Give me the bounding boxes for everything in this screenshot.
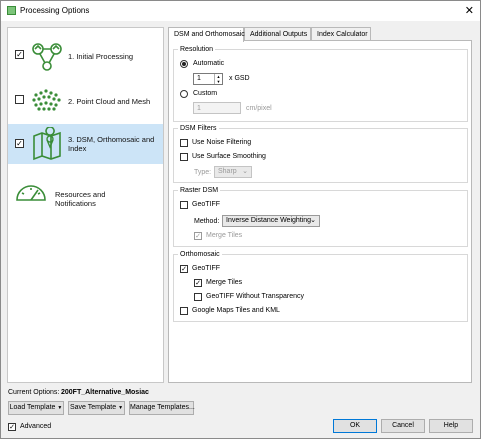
custom-resolution-input[interactable]: 1 [193,102,241,114]
surface-smoothing-checkbox[interactable] [180,153,188,161]
no-transparency-label: GeoTIFF Without Transparency [206,293,305,300]
sidebar-item-label: 1. Initial Processing [68,52,134,61]
caret-down-icon: ▼ [118,405,124,411]
method-value: Inverse Distance Weighting [226,217,312,224]
point-cloud-icon [32,89,61,111]
ortho-geotiff-label: GeoTIFF [192,265,221,272]
orthomosaic-group: Orthomosaic ✓ GeoTIFF ✓ Merge Tiles GeoT… [173,251,468,322]
map-icon [33,127,61,161]
initial-processing-icon [32,43,62,71]
sidebar: ✓ 1. Initial Processing 2. Point Cloud a… [7,27,164,383]
type-label: Type: [194,169,212,176]
sidebar-item-dsm-orthomosaic[interactable]: ✓ 3. DSM, Orthomosaic and Index [8,124,163,164]
gsd-spinbox[interactable]: 1 ▲ ▼ [193,73,223,85]
smoothing-type-select[interactable]: Sharp ⌄ [214,166,252,178]
caret-down-icon: ▼ [57,405,63,411]
group-title: Resolution [178,46,216,53]
tab-additional-outputs[interactable]: Additional Outputs [244,27,311,41]
group-title: DSM Filters [178,125,219,132]
noise-filtering-label: Use Noise Filtering [192,139,252,146]
automatic-radio[interactable] [180,60,188,68]
current-options-value: 200FT_Alternative_Mosiac [61,389,149,396]
cancel-button[interactable]: Cancel [381,419,425,433]
gsd-unit: x GSD [229,75,250,82]
google-maps-checkbox[interactable] [180,307,188,315]
processing-options-dialog: Processing Options ✕ ✓ 1. Initial Proces… [0,0,481,439]
google-maps-label: Google Maps Tiles and KML [192,307,280,314]
dsm-filters-group: DSM Filters Use Noise Filtering Use Surf… [173,125,468,183]
sidebar-item-point-cloud[interactable]: 2. Point Cloud and Mesh [8,80,163,120]
sidebar-item-resources[interactable]: Resources and Notifications [8,173,163,213]
spin-arrows-icon[interactable]: ▲ ▼ [214,74,222,84]
raster-merge-tiles-checkbox[interactable]: ✓ [194,232,202,240]
surface-smoothing-label: Use Surface Smoothing [192,153,266,160]
window-title: Processing Options [20,6,90,15]
method-select[interactable]: Inverse Distance Weighting ⌄ [222,215,320,227]
ortho-geotiff-checkbox[interactable]: ✓ [180,265,188,273]
radio-dot [182,62,186,66]
load-template-button[interactable]: Load Template ▼ [8,401,64,415]
raster-merge-tiles-label: Merge Tiles [206,232,243,239]
custom-unit: cm/pixel [246,105,272,112]
ok-button[interactable]: OK [333,419,377,433]
smoothing-type-value: Sharp [218,168,237,175]
close-icon[interactable]: ✕ [465,4,474,17]
ortho-merge-tiles-label: Merge Tiles [206,279,243,286]
help-button[interactable]: Help [429,419,473,433]
save-template-label: Save Template [69,404,117,411]
tab-panel: Resolution Automatic 1 ▲ ▼ x GSD Custom 1… [168,40,472,383]
ortho-merge-tiles-checkbox[interactable]: ✓ [194,279,202,287]
no-transparency-checkbox[interactable] [194,293,202,301]
custom-label: Custom [193,90,218,97]
group-title: Orthomosaic [178,251,222,258]
raster-dsm-geotiff-label: GeoTIFF [192,201,221,208]
sidebar-item-label: Resources and Notifications [55,190,106,208]
tab-dsm-orthomosaic[interactable]: DSM and Orthomosaic [168,27,245,42]
manage-templates-button[interactable]: Manage Templates... [129,401,195,415]
gauge-icon [16,185,46,201]
group-title: Raster DSM [178,187,221,194]
raster-dsm-group: Raster DSM GeoTIFF Method: Inverse Dista… [173,187,468,247]
app-icon [7,6,16,15]
chevron-down-icon: ⌄ [242,168,248,175]
automatic-label: Automatic [193,60,225,67]
chevron-down-icon: ⌄ [310,217,316,224]
sidebar-item-label: 3. DSM, Orthomosaic and Index [68,135,155,153]
current-options-label: Current Options: [8,389,60,396]
sidebar-item-label: 2. Point Cloud and Mesh [68,97,151,106]
custom-radio[interactable] [180,90,188,98]
advanced-checkbox[interactable]: ✓ [8,423,16,431]
sidebar-item-initial-processing[interactable]: ✓ 1. Initial Processing [8,36,163,76]
load-template-label: Load Template [9,404,56,411]
resolution-group: Resolution Automatic 1 ▲ ▼ x GSD Custom 1… [173,46,468,122]
gsd-value: 1 [197,75,201,82]
dsm-orthomosaic-checkbox[interactable]: ✓ [15,139,24,148]
initial-processing-checkbox[interactable]: ✓ [15,50,24,59]
noise-filtering-checkbox[interactable] [180,139,188,147]
point-cloud-checkbox[interactable] [15,95,24,104]
method-label: Method: [194,218,220,225]
advanced-label: Advanced [20,423,52,430]
title-bar: Processing Options ✕ [1,1,480,21]
tab-index-calculator[interactable]: Index Calculator [311,27,371,41]
raster-dsm-geotiff-checkbox[interactable] [180,201,188,209]
save-template-button[interactable]: Save Template ▼ [68,401,125,415]
